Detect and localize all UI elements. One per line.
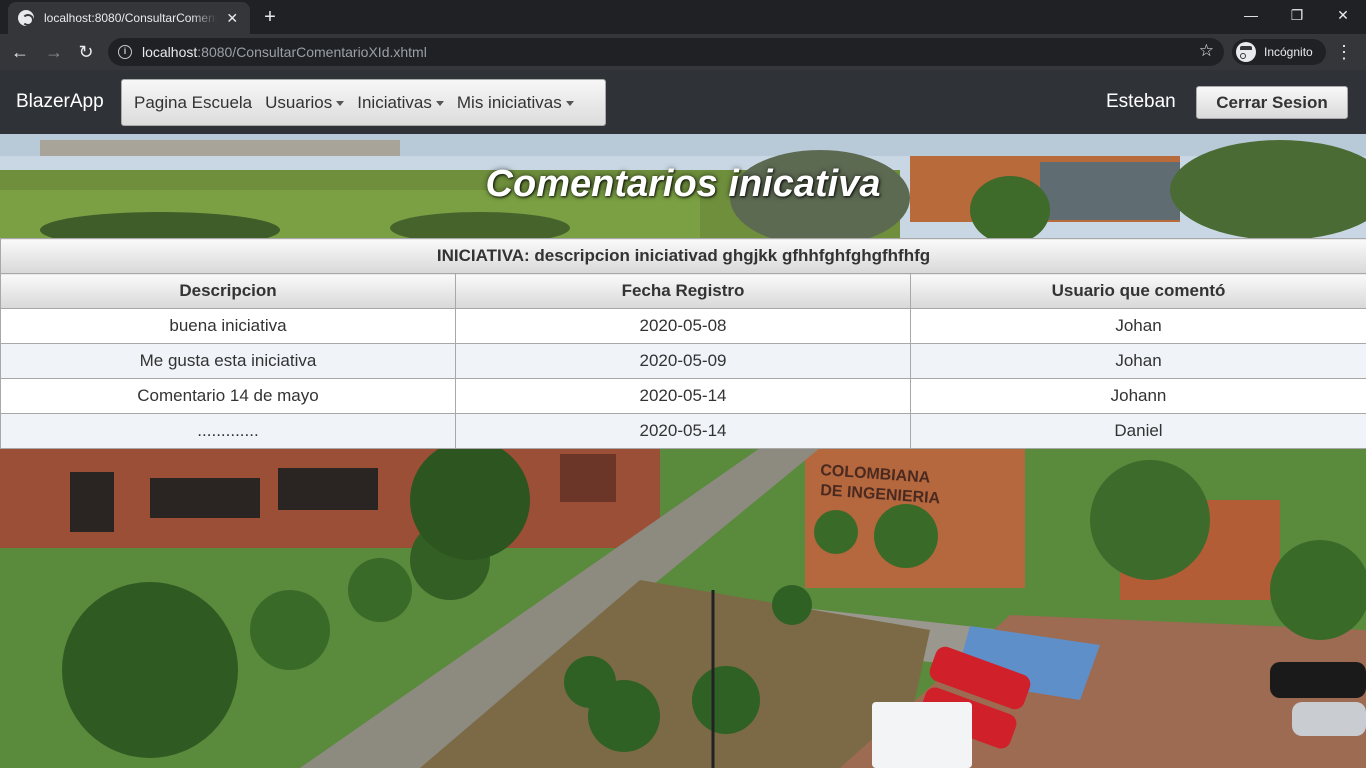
back-arrow-icon[interactable]: ←	[8, 40, 32, 64]
cell-descripcion: Comentario 14 de mayo	[0, 378, 456, 414]
menu-item-pagina-escuela[interactable]: Pagina Escuela	[134, 93, 252, 113]
brand-link[interactable]: BlazerApp	[16, 91, 104, 113]
globe-icon	[18, 10, 34, 26]
info-icon[interactable]: i	[118, 45, 132, 59]
cell-fecha: 2020-05-09	[455, 343, 911, 379]
comments-table: INICIATIVA: descripcion iniciativad ghgj…	[0, 238, 1366, 449]
menu-item-mis-iniciativas[interactable]: Mis iniciativas	[457, 93, 574, 113]
table-header-row: Descripcion Fecha Registro Usuario que c…	[0, 273, 1366, 309]
address-bar[interactable]: i localhost:8080/ConsultarComentarioXId.…	[108, 38, 1224, 66]
tab-close-icon[interactable]: ✕	[225, 10, 241, 26]
table-row: Me gusta esta iniciativa 2020-05-09 Joha…	[0, 343, 1366, 379]
browser-toolbar: ← → ↻ i localhost:8080/ConsultarComentar…	[0, 34, 1366, 70]
table-caption: INICIATIVA: descripcion iniciativad ghgj…	[0, 238, 1366, 274]
menu-item-label: Iniciativas	[357, 92, 432, 112]
menu-item-iniciativas[interactable]: Iniciativas	[357, 93, 444, 113]
page-viewport: COLOMBIANA DE INGENIERIA BlazerApp Pagin…	[0, 70, 1366, 768]
cell-fecha: 2020-05-14	[455, 378, 911, 414]
url-text[interactable]: localhost:8080/ConsultarComentarioXId.xh…	[142, 44, 427, 60]
close-window-icon[interactable]: ✕	[1320, 0, 1366, 30]
incognito-icon	[1236, 42, 1256, 62]
main-menu: Pagina Escuela Usuarios Iniciativas Mis …	[121, 79, 606, 126]
table-row: Comentario 14 de mayo 2020-05-14 Johann	[0, 378, 1366, 414]
cell-descripcion: Me gusta esta iniciativa	[0, 343, 456, 379]
minimize-icon[interactable]: —	[1228, 0, 1274, 30]
cell-descripcion: .............	[0, 413, 456, 449]
menu-item-label: Mis iniciativas	[456, 92, 562, 112]
browser-tab[interactable]: localhost:8080/ConsultarComentarioXId.xh…	[8, 2, 250, 34]
column-header-fecha-registro: Fecha Registro	[455, 273, 911, 309]
cell-usuario: Johan	[910, 308, 1366, 344]
app-navbar: BlazerApp Pagina Escuela Usuarios Inicia…	[0, 70, 1366, 134]
incognito-label: Incógnito	[1264, 45, 1313, 59]
reload-icon[interactable]: ↻	[74, 40, 98, 64]
url-path: :8080/ConsultarComentarioXId.xhtml	[197, 44, 427, 60]
caret-down-icon	[565, 100, 574, 106]
cell-fecha: 2020-05-14	[455, 413, 911, 449]
browser-menu-icon[interactable]: ⋮	[1334, 40, 1354, 64]
browser-tabstrip: localhost:8080/ConsultarComentarioXId.xh…	[0, 0, 1366, 34]
table-row: ............. 2020-05-14 Daniel	[0, 413, 1366, 449]
cell-fecha: 2020-05-08	[455, 308, 911, 344]
cell-usuario: Johan	[910, 343, 1366, 379]
menu-item-label: Usuarios	[265, 92, 333, 112]
menu-item-usuarios[interactable]: Usuarios	[265, 92, 345, 113]
table-row: buena iniciativa 2020-05-08 Johan	[0, 308, 1366, 344]
page-title: Comentarios inicativa	[485, 163, 881, 205]
cell-descripcion: buena iniciativa	[0, 308, 456, 344]
cell-usuario: Johann	[910, 378, 1366, 414]
new-tab-button[interactable]: +	[258, 5, 282, 29]
column-header-descripcion: Descripcion	[0, 273, 456, 309]
tab-title: localhost:8080/ConsultarComentarioXId.xh…	[44, 11, 217, 25]
bookmark-star-icon[interactable]: ☆	[1199, 41, 1214, 61]
menu-item-label: Pagina Escuela	[134, 92, 253, 112]
hero-banner: Comentarios inicativa	[0, 134, 1366, 238]
current-user-name: Esteban	[1106, 91, 1176, 112]
caret-down-icon	[336, 100, 345, 106]
column-header-usuario: Usuario que comentó	[910, 273, 1366, 309]
forward-arrow-icon[interactable]: →	[42, 40, 66, 64]
logout-button[interactable]: Cerrar Sesion	[1196, 86, 1348, 119]
incognito-badge[interactable]: Incógnito	[1232, 39, 1326, 65]
url-host: localhost	[142, 44, 198, 60]
restore-icon[interactable]: ❐	[1274, 0, 1320, 30]
table-caption-row: INICIATIVA: descripcion iniciativad ghgj…	[0, 238, 1366, 274]
caret-down-icon	[435, 100, 444, 106]
cell-usuario: Daniel	[910, 413, 1366, 449]
